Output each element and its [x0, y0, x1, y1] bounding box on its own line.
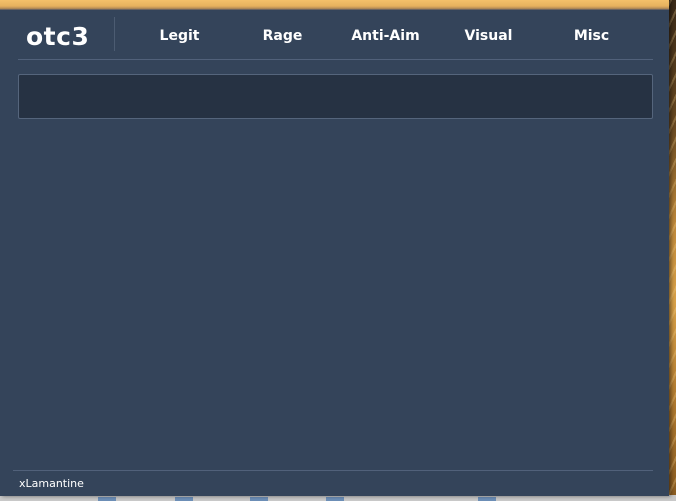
tab-bar: Legit Rage Anti-Aim Visual Misc	[128, 10, 648, 60]
taskbar-icon[interactable]	[175, 497, 193, 501]
taskbar-icon[interactable]	[98, 497, 116, 501]
tab-anti-aim[interactable]: Anti-Aim	[334, 28, 437, 44]
accent-bar[interactable]	[0, 0, 669, 10]
taskbar-icon[interactable]	[326, 497, 344, 501]
header-divider	[114, 17, 115, 51]
menu-logo: otc3	[26, 22, 90, 51]
tab-misc[interactable]: Misc	[540, 28, 643, 44]
content-panel	[18, 74, 653, 119]
tab-visual[interactable]: Visual	[437, 28, 540, 44]
header-divider-line	[18, 59, 653, 60]
tab-legit[interactable]: Legit	[128, 28, 231, 44]
menu-window[interactable]: otc3 Legit Rage Anti-Aim Visual Misc xLa…	[0, 0, 669, 496]
footer-username: xLamantine	[19, 477, 84, 490]
screen: otc3 Legit Rage Anti-Aim Visual Misc xLa…	[0, 0, 676, 501]
taskbar-icon[interactable]	[250, 497, 268, 501]
tab-rage[interactable]: Rage	[231, 28, 334, 44]
menu-header: otc3 Legit Rage Anti-Aim Visual Misc	[0, 10, 669, 60]
taskbar-icon[interactable]	[478, 497, 496, 501]
footer-divider-line	[13, 470, 653, 471]
